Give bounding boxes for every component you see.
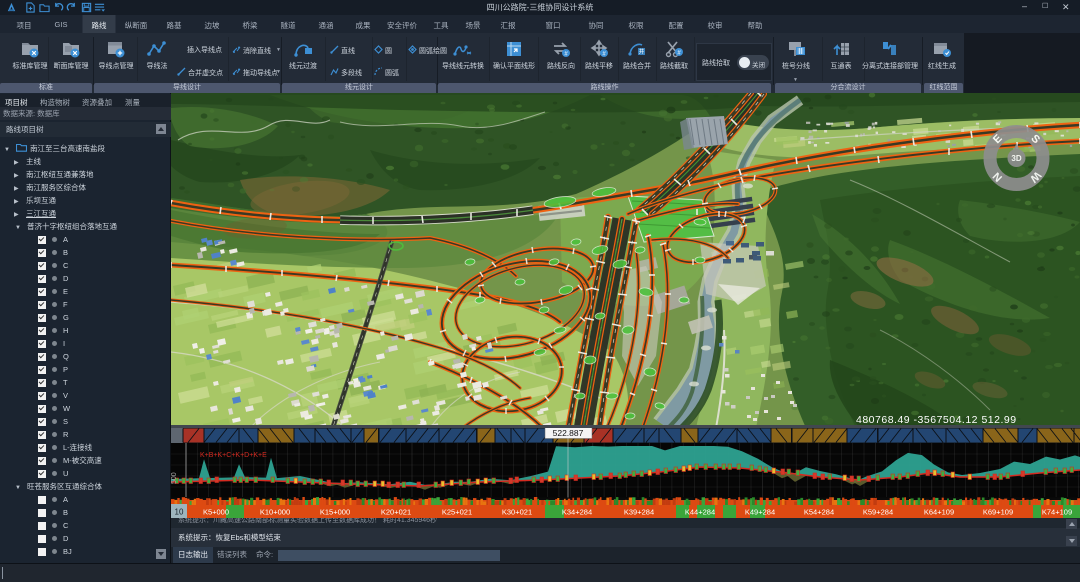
svg-text:K54+284: K54+284 <box>804 508 834 517</box>
svg-text:K64+109: K64+109 <box>924 508 954 517</box>
svg-text:K25+021: K25+021 <box>442 508 472 517</box>
svg-text:10: 10 <box>175 508 184 517</box>
svg-text:K30+021: K30+021 <box>502 508 532 517</box>
svg-text:K34+284: K34+284 <box>562 508 592 517</box>
svg-text:K39+284: K39+284 <box>624 508 654 517</box>
svg-text:K15+000: K15+000 <box>320 508 350 517</box>
svg-text:K59+284: K59+284 <box>863 508 893 517</box>
svg-text:K44+284: K44+284 <box>685 508 715 517</box>
svg-text:3D: 3D <box>1011 154 1021 163</box>
svg-text:K69+109: K69+109 <box>983 508 1013 517</box>
svg-text:480768.49 -3567504.12 512.99: 480768.49 -3567504.12 512.99 <box>856 414 1017 426</box>
svg-text:500: 500 <box>171 470 173 482</box>
svg-text:K74+109: K74+109 <box>1042 508 1072 517</box>
svg-text:K10+000: K10+000 <box>260 508 290 517</box>
svg-text:K20+021: K20+021 <box>381 508 411 517</box>
svg-text:K49+284: K49+284 <box>745 508 775 517</box>
svg-text:K5+000: K5+000 <box>203 508 229 517</box>
svg-text:522.887: 522.887 <box>553 428 584 438</box>
svg-text:K+B+K+C+K+D+K+E: K+B+K+C+K+D+K+E <box>200 452 267 459</box>
